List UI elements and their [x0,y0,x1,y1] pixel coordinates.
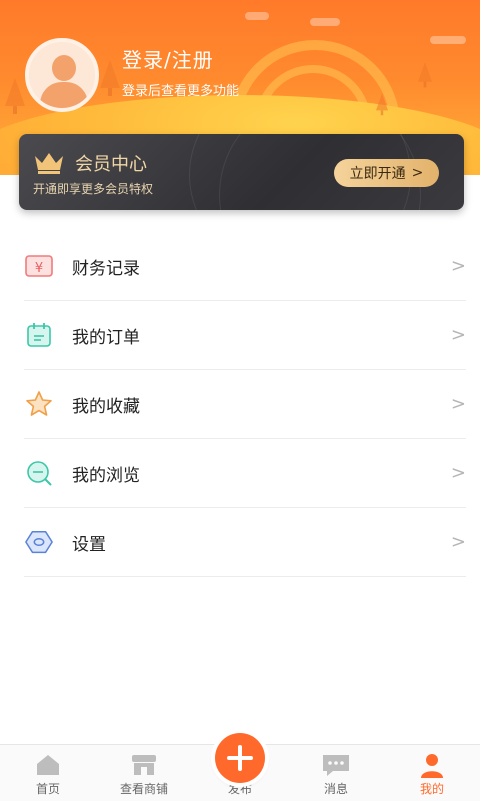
chevron-right-icon: > [411,165,424,181]
cloud-decoration [430,36,466,44]
order-icon [24,320,54,350]
publish-plus-button[interactable] [215,733,265,783]
crown-icon [35,153,63,174]
tab-shops[interactable]: 查看商铺 [96,745,192,801]
menu-item-favorites[interactable]: 我的收藏 > [24,370,466,439]
finance-icon: ¥ [24,251,54,281]
avatar-head-shape [52,55,76,81]
menu-item-label: 设置 [72,534,106,555]
chevron-right-icon: > [450,324,466,346]
tree-decoration [376,93,388,116]
svg-text:¥: ¥ [35,261,43,276]
tab-home[interactable]: 首页 [0,745,96,801]
home-icon [37,755,59,775]
browse-icon [24,458,54,488]
user-icon [421,754,443,778]
menu-item-history[interactable]: 我的浏览 > [24,439,466,508]
message-icon [323,755,349,776]
tree-decoration [418,62,432,88]
menu-item-label: 我的浏览 [72,465,140,486]
open-vip-button[interactable]: 立即开通 > [334,159,439,187]
menu-item-label: 财务记录 [72,258,140,279]
tab-label: 消息 [323,782,348,796]
open-vip-label: 立即开通 [349,166,406,182]
tree-decoration [100,60,120,96]
chevron-right-icon: > [450,255,466,277]
login-register-link[interactable]: 登录/注册 [122,44,214,73]
tab-messages[interactable]: 消息 [288,745,384,801]
avatar[interactable] [25,38,99,112]
tab-label: 查看商铺 [119,782,168,796]
menu-item-orders[interactable]: 我的订单 > [24,301,466,370]
menu-list: ¥ 财务记录 > 我的订单 > 我的收藏 > 我的浏览 > 设置 > [24,232,466,577]
chevron-right-icon: > [450,393,466,415]
vip-title: 会员中心 [75,154,147,175]
tab-label: 首页 [35,782,60,796]
chevron-right-icon: > [450,531,466,553]
settings-icon [24,527,54,557]
tree-decoration [5,78,25,114]
shop-icon [132,755,156,775]
tab-mine[interactable]: 我的 [384,745,480,801]
tab-label-active: 我的 [419,782,444,796]
vip-subtitle: 开通即享更多会员特权 [33,182,154,196]
menu-item-label: 我的收藏 [72,396,140,417]
chevron-right-icon: > [450,462,466,484]
menu-item-finance[interactable]: ¥ 财务记录 > [24,232,466,301]
menu-item-label: 我的订单 [72,327,140,348]
vip-card[interactable]: 会员中心 开通即享更多会员特权 立即开通 > [19,134,464,210]
star-icon [24,389,54,419]
login-hint: 登录后查看更多功能 [122,84,240,99]
cloud-decoration [245,12,269,20]
cloud-decoration [310,18,340,26]
avatar-body-shape [40,82,88,108]
menu-item-settings[interactable]: 设置 > [24,508,466,577]
